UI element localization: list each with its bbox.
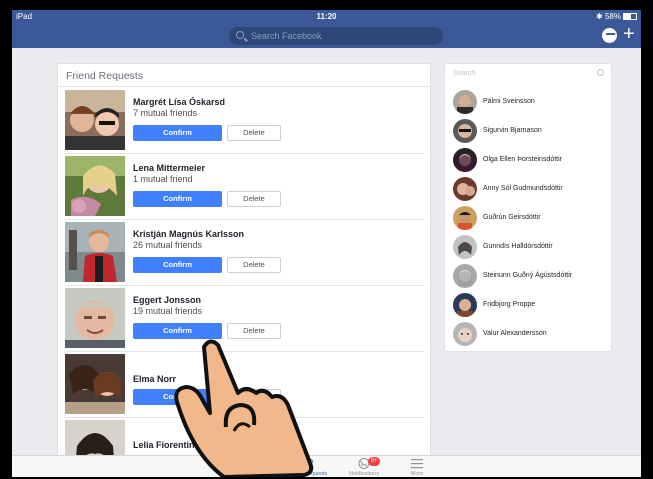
confirm-button[interactable]: Confirm [133,257,222,273]
avatar [453,206,477,230]
contact-name: Anny Sól Gudmundsdóttir [483,185,563,192]
gear-icon[interactable] [597,69,604,76]
tab-notifications[interactable]: 9+ Notifications [334,456,394,477]
avatar [453,322,477,346]
avatar[interactable] [65,222,125,282]
battery-icon [623,13,637,21]
tab-label: Friend requests [288,471,328,477]
avatar[interactable] [65,354,125,414]
request-name[interactable]: Elma Norr [133,374,176,384]
battery-indicator: ✱ 58% [596,12,637,21]
confirm-button[interactable]: Confirm [133,125,222,141]
tab-friend-requests[interactable]: Friend requests [278,456,338,477]
mutual-friends[interactable]: 1 mutual friend [133,174,193,184]
mutual-friends[interactable]: 26 mutual friends [133,240,202,250]
avatar [453,148,477,172]
avatar[interactable] [65,288,125,348]
contact-name: Sigurvin Bjarnason [483,127,542,134]
search-icon [236,31,244,39]
contact-item[interactable]: Olga Ellen Þorsteinsdóttir [453,148,609,172]
notification-badge: 9+ [368,457,380,466]
delete-button[interactable]: Delete [227,191,281,207]
mutual-friends[interactable]: 19 mutual friends [133,306,202,316]
tab-label: News Feed [240,471,268,477]
search-facebook-input[interactable]: Search Facebook [229,27,443,45]
contacts-panel: Search Pálmi Sveinsson Sigurvin Bjarnaso… [444,63,612,352]
contact-item[interactable]: Fridbjorg Proppe [453,293,609,317]
search-placeholder: Search Facebook [251,31,322,41]
friend-request-item: Eggert Jonsson 19 mutual friends Confirm… [65,286,425,352]
friend-requests-title: Friend Requests [66,70,144,82]
contact-name: Fridbjorg Proppe [483,301,536,308]
confirm-button[interactable]: Confirm [133,389,222,405]
friends-icon [302,458,314,469]
contact-item[interactable]: Steinunn Guðný Ágústsdóttir [453,264,609,288]
contact-name: Guðrún Geirsdóttir [483,214,541,221]
friend-request-item: Elma Norr Confirm Delete [65,352,425,418]
tab-label: Notifications [349,471,379,477]
tab-news-feed[interactable]: News Feed [224,456,284,477]
avatar [453,177,477,201]
mutual-friends[interactable]: 7 mutual friends [133,108,197,118]
bottom-tab-bar: News Feed Friend requests 9+ Notificatio… [12,455,641,477]
contact-name: Gunndís Halldórsdóttir [483,243,553,250]
contact-name: Pálmi Sveinsson [483,98,535,105]
messenger-icon[interactable] [602,28,617,43]
avatar [453,90,477,114]
contacts-search-input[interactable]: Search [453,70,475,77]
avatar [453,264,477,288]
ipad-screen: iPad 11:20 ✱ 58% Search Facebook + Frien… [12,10,641,477]
friend-request-item: Kristján Magnús Karlsson 26 mutual frien… [65,220,425,286]
avatar[interactable] [65,156,125,216]
contact-name: Valur Alexandersson [483,330,547,337]
contact-item[interactable]: Pálmi Sveinsson [453,90,609,114]
request-name[interactable]: Kristján Magnús Karlsson [133,229,244,239]
delete-button[interactable]: Delete [227,125,281,141]
tab-more[interactable]: More [387,456,447,477]
request-name[interactable]: Margrét Lísa Óskarsd [133,97,225,107]
delete-button[interactable]: Delete [227,389,281,405]
confirm-button[interactable]: Confirm [133,191,222,207]
contact-item[interactable]: Valur Alexandersson [453,322,609,346]
status-time: 11:20 [316,12,337,21]
tab-label: More [410,471,424,477]
delete-button[interactable]: Delete [227,257,281,273]
contact-item[interactable]: Guðrún Geirsdóttir [453,206,609,230]
friend-request-item: Margrét Lísa Óskarsd 7 mutual friends Co… [65,88,425,154]
request-name[interactable]: Eggert Jonsson [133,295,201,305]
contact-item[interactable]: Sigurvin Bjarnason [453,119,609,143]
battery-percent: 58% [604,12,621,21]
friend-requests-card: Friend Requests Margrét Lísa Óskarsd 7 m… [57,63,431,477]
avatar [453,235,477,259]
confirm-button[interactable]: Confirm [133,323,222,339]
status-bar: iPad 11:20 ✱ 58% [12,10,641,24]
avatar [453,293,477,317]
avatar [453,119,477,143]
menu-icon [411,459,423,469]
contact-item[interactable]: Gunndís Halldórsdóttir [453,235,609,259]
contact-name: Steinunn Guðný Ágústsdóttir [483,272,573,279]
request-name[interactable]: Lelia Fiorentino [133,440,200,450]
news-feed-icon [248,458,260,469]
top-nav-bar: iPad 11:20 ✱ 58% Search Facebook + [12,10,641,48]
contact-item[interactable]: Anny Sól Gudmundsdóttir [453,177,609,201]
contact-name: Olga Ellen Þorsteinsdóttir [483,156,562,163]
request-name[interactable]: Lena Mittermeier [133,163,205,173]
avatar[interactable] [65,90,125,150]
delete-button[interactable]: Delete [227,323,281,339]
friend-request-item: Lena Mittermeier 1 mutual friend Confirm… [65,154,425,220]
divider [58,86,430,87]
add-button[interactable]: + [623,24,635,44]
